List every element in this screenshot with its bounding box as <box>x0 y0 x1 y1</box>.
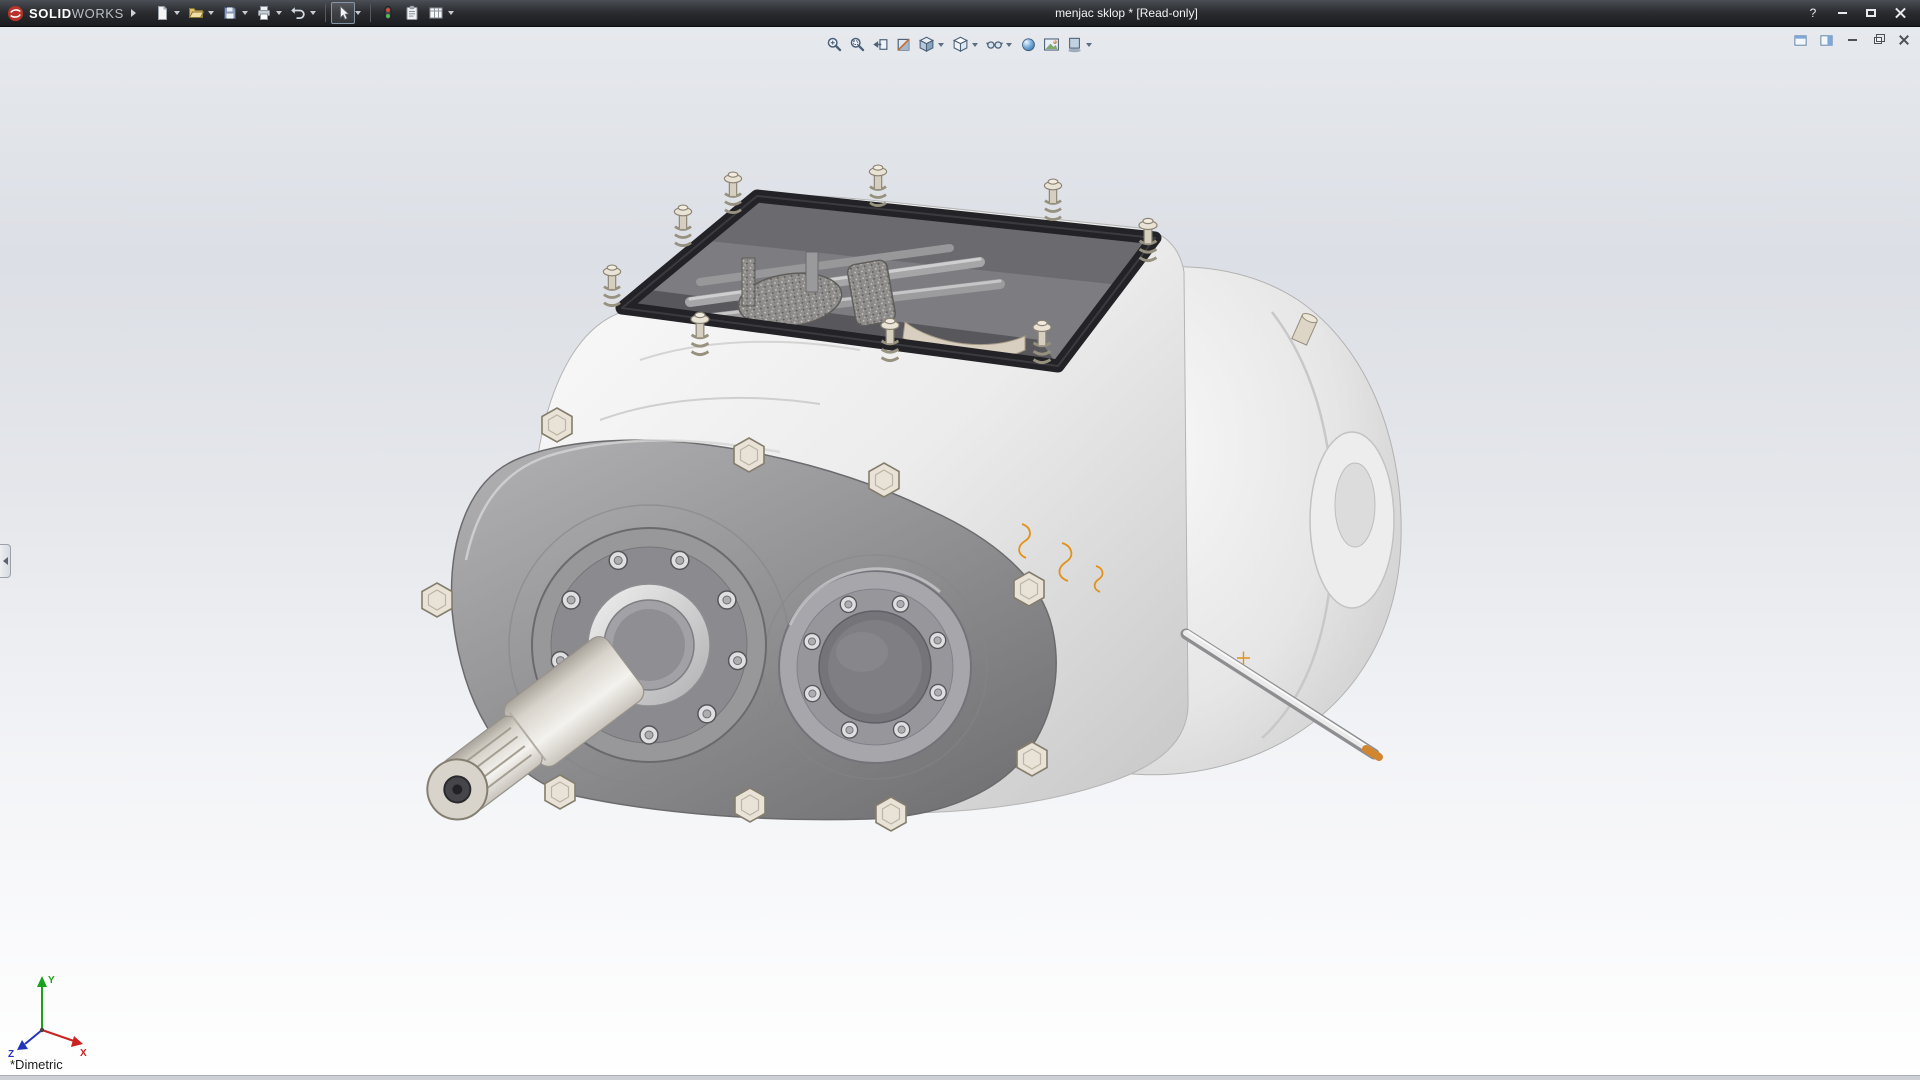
view-settings-button[interactable] <box>1063 34 1086 55</box>
previous-view-icon <box>872 36 889 53</box>
view-orientation-label: *Dimetric <box>10 1057 63 1072</box>
zoom-to-fit-icon <box>826 36 843 53</box>
hide-show-items-button[interactable] <box>983 34 1006 55</box>
help-button[interactable]: ? <box>1805 5 1821 21</box>
task-pane-icon-1[interactable] <box>1791 32 1809 48</box>
open-folder-icon <box>188 5 204 21</box>
solidworks-menu[interactable]: SOLIDWORKS <box>0 5 146 22</box>
section-view-icon <box>895 36 912 53</box>
status-strip <box>0 1075 1920 1080</box>
window-controls: ? <box>1795 5 1920 21</box>
print-dropdown[interactable] <box>276 11 282 15</box>
print-icon <box>256 5 272 21</box>
select-dropdown[interactable] <box>355 11 361 15</box>
titlebar: SOLIDWORKS <box>0 0 1920 27</box>
print-button[interactable] <box>252 2 276 24</box>
options-dropdown[interactable] <box>448 11 454 15</box>
toolbar-separator <box>370 4 371 22</box>
zoom-to-fit-button[interactable] <box>823 34 846 55</box>
collapse-arrow-icon <box>3 557 8 565</box>
menu-expand-icon[interactable] <box>131 9 136 17</box>
graphics-area[interactable]: Y X Z *Dimetric <box>0 27 1920 1080</box>
document-minimize-button[interactable] <box>1843 32 1861 48</box>
document-close-icon <box>1899 35 1909 45</box>
view-settings-shadow-icon <box>1066 36 1083 53</box>
standard-toolbar <box>146 2 458 24</box>
edit-appearance-sphere-icon <box>1020 36 1037 53</box>
document-minimize-icon <box>1848 39 1857 41</box>
3d-model-gearbox[interactable] <box>0 27 1920 1080</box>
task-pane-icon-2[interactable] <box>1817 32 1835 48</box>
view-orientation-cube-icon <box>918 36 935 53</box>
display-style-button[interactable] <box>949 34 972 55</box>
view-orientation-dropdown[interactable] <box>938 43 944 47</box>
apply-scene-icon <box>1043 36 1060 53</box>
undo-button[interactable] <box>286 2 310 24</box>
undo-dropdown[interactable] <box>310 11 316 15</box>
zoom-to-area-icon <box>849 36 866 53</box>
document-restore-icon <box>1874 37 1882 44</box>
new-document-button[interactable] <box>150 2 174 24</box>
select-button[interactable] <box>331 2 355 24</box>
save-dropdown[interactable] <box>242 11 248 15</box>
document-title: menjac sklop * [Read-only] <box>458 6 1795 20</box>
document-restore-button[interactable] <box>1869 32 1887 48</box>
file-properties-icon <box>404 5 420 21</box>
rebuild-stoplight-icon <box>380 5 396 21</box>
apply-scene-button[interactable] <box>1040 34 1063 55</box>
new-document-dropdown[interactable] <box>174 11 180 15</box>
file-properties-button[interactable] <box>400 2 424 24</box>
edit-appearance-button[interactable] <box>1017 34 1040 55</box>
new-document-icon <box>154 5 170 21</box>
maximize-button[interactable] <box>1863 5 1879 21</box>
minimize-button[interactable] <box>1834 5 1850 21</box>
pane-window-icon <box>1793 33 1808 48</box>
pane-split-icon <box>1819 33 1834 48</box>
options-button[interactable] <box>424 2 448 24</box>
maximize-icon <box>1866 9 1876 17</box>
open-button[interactable] <box>184 2 208 24</box>
close-icon <box>1895 8 1906 19</box>
hide-show-glasses-icon <box>986 36 1003 53</box>
triad-y-label: Y <box>48 975 55 986</box>
toolbar-separator <box>325 4 326 22</box>
solidworks-window: SOLIDWORKS <box>0 0 1920 1080</box>
rebuild-button[interactable] <box>376 2 400 24</box>
zoom-to-area-button[interactable] <box>846 34 869 55</box>
save-button[interactable] <box>218 2 242 24</box>
view-settings-dropdown[interactable] <box>1086 43 1092 47</box>
hide-show-items-dropdown[interactable] <box>1006 43 1012 47</box>
select-cursor-icon <box>335 5 351 21</box>
close-button[interactable] <box>1892 5 1908 21</box>
app-brand: SOLIDWORKS <box>29 6 124 21</box>
open-dropdown[interactable] <box>208 11 214 15</box>
display-style-cube-icon <box>952 36 969 53</box>
minimize-icon <box>1838 12 1847 14</box>
previous-view-button[interactable] <box>869 34 892 55</box>
display-style-dropdown[interactable] <box>972 43 978 47</box>
document-window-controls <box>1791 32 1913 48</box>
dassault-systemes-logo <box>7 5 24 22</box>
save-icon <box>222 5 238 21</box>
reference-triad: Y X Z <box>6 970 94 1058</box>
triad-x-label: X <box>80 1048 87 1058</box>
model-cover-flange[interactable] <box>779 569 971 763</box>
document-close-button[interactable] <box>1895 32 1913 48</box>
collapsed-pane-tab[interactable] <box>0 544 11 578</box>
section-view-button[interactable] <box>892 34 915 55</box>
undo-icon <box>290 5 306 21</box>
options-sheet-icon <box>428 5 444 21</box>
view-orientation-button[interactable] <box>915 34 938 55</box>
heads-up-view-toolbar <box>823 34 1097 55</box>
